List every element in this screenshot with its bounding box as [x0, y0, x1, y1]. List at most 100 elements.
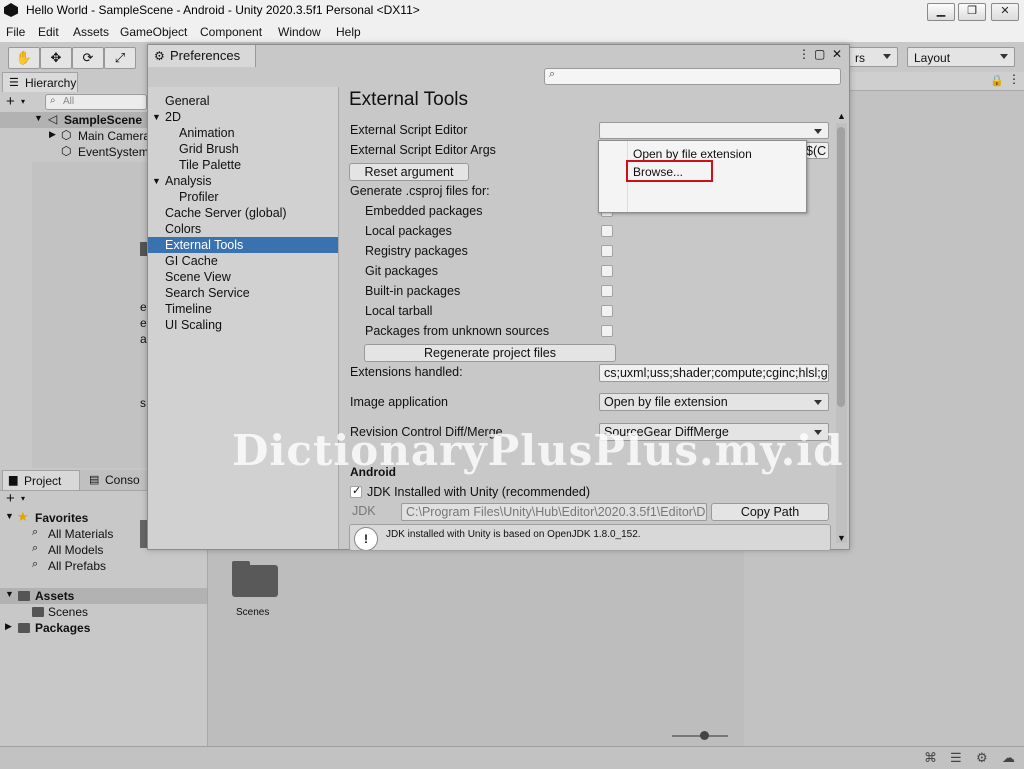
expand-right-icon[interactable]: ▶ [5, 621, 12, 632]
jdk-path-input[interactable]: C:\Program Files\Unity\Hub\Editor\2020.3… [401, 503, 707, 521]
package-option-checkbox[interactable] [601, 325, 613, 337]
expand-down-icon[interactable]: ▼ [5, 511, 14, 521]
close-window-button[interactable]: ✕ [991, 3, 1019, 21]
expand-down-icon[interactable]: ▼ [5, 589, 14, 599]
more-options-icon[interactable]: ⋮ [1008, 72, 1020, 86]
package-option-checkbox[interactable] [601, 285, 613, 297]
gameobject-cube-icon: ⬡ [61, 144, 72, 158]
project-tab[interactable]: ▆ Project [2, 470, 80, 490]
nav-item[interactable]: Colors [148, 221, 338, 237]
scroll-down-icon[interactable]: ▼ [837, 533, 846, 543]
scroll-up-icon[interactable]: ▲ [837, 111, 846, 121]
copy-path-button[interactable]: Copy Path [711, 503, 829, 521]
scene-row[interactable]: ▼ ◁ SampleScene [0, 112, 147, 128]
chevron-down-icon[interactable]: ▾ [21, 97, 25, 106]
nav-item[interactable]: ▼ Analysis [148, 173, 338, 189]
move-tool-icon[interactable]: ✥ [40, 47, 72, 69]
nav-item[interactable]: General [148, 93, 338, 109]
packages-row[interactable]: ▶ Packages [0, 620, 207, 636]
close-icon[interactable]: ✕ [832, 47, 842, 61]
cloud-icon[interactable]: ☁ [1002, 750, 1015, 766]
hierarchy-search-input[interactable]: ⌕ All [45, 94, 147, 110]
extensions-input[interactable]: cs;uxml;uss;shader;compute;cginc;hlsl;g [599, 364, 829, 382]
layers-icon[interactable]: ☰ [950, 750, 962, 766]
add-icon[interactable]: + [6, 93, 15, 110]
favorite-item[interactable]: ⌕ All Models [0, 542, 140, 558]
expand-down-icon[interactable]: ▼ [34, 113, 43, 123]
regenerate-project-files-button[interactable]: Regenerate project files [364, 344, 616, 362]
add-asset-icon[interactable]: + [6, 490, 15, 507]
folder-tile[interactable] [232, 561, 278, 597]
nav-item[interactable]: Search Service [148, 285, 338, 301]
favorite-item[interactable]: ⌕ All Materials [0, 526, 140, 542]
zoom-slider-thumb[interactable] [700, 731, 709, 740]
menu-help[interactable]: Help [336, 25, 361, 39]
scroll-handle[interactable] [140, 520, 147, 548]
nav-item[interactable]: Timeline [148, 301, 338, 317]
reset-argument-button[interactable]: Reset argument [349, 163, 469, 181]
nav-item[interactable]: Tile Palette [148, 157, 338, 173]
menu-edit[interactable]: Edit [38, 25, 59, 39]
menu-component[interactable]: Component [200, 25, 262, 39]
more-options-icon[interactable]: ⋮ [798, 47, 810, 61]
nav-item-label: Timeline [165, 302, 212, 316]
preferences-tab[interactable]: ⚙ Preferences [148, 45, 256, 67]
menu-assets[interactable]: Assets [73, 25, 109, 39]
nav-item[interactable]: Cache Server (global) [148, 205, 338, 221]
hierarchy-tab[interactable]: ☰ Hierarchy [2, 72, 78, 92]
script-editor-dropdown[interactable] [599, 122, 829, 139]
bug-icon[interactable]: ⌘ [924, 750, 937, 766]
asset-folder-row[interactable]: Scenes [0, 604, 207, 620]
nav-item-label: Tile Palette [179, 158, 242, 172]
restore-button[interactable]: ❐ [958, 3, 986, 21]
hierarchy-item[interactable]: ▶ ⬡ Main Camera [0, 128, 150, 144]
nav-item[interactable]: Profiler [148, 189, 338, 205]
rotate-tool-icon[interactable]: ⟳ [72, 47, 104, 69]
jdk-installed-checkbox[interactable]: ✓ [350, 485, 362, 498]
favorite-item[interactable]: ⌕ All Prefabs [0, 558, 140, 574]
expand-down-icon[interactable]: ▼ [152, 109, 161, 125]
lock-icon[interactable]: 🔒 [990, 74, 1004, 87]
nav-item[interactable]: External Tools [148, 237, 338, 253]
assets-row[interactable]: ▼ Assets [0, 588, 207, 604]
menu-file[interactable]: File [6, 25, 25, 39]
console-tab[interactable]: ▤ Conso [84, 470, 144, 490]
preferences-scrollbar[interactable]: ▲ ▼ [836, 111, 847, 543]
menu-window[interactable]: Window [278, 25, 321, 39]
nav-item-label: External Tools [165, 238, 244, 252]
package-option-checkbox[interactable] [601, 245, 613, 257]
hierarchy-tab-label: Hierarchy [25, 76, 77, 90]
inspector-edge-text: s [140, 396, 146, 410]
menu-gameobject[interactable]: GameObject [120, 25, 187, 39]
hierarchy-item[interactable]: ⬡ EventSystem [0, 144, 149, 160]
menu-item-open-by-extension[interactable]: Open by file extension [633, 147, 752, 161]
minimize-button[interactable]: ▁ [927, 3, 955, 21]
hand-tool-icon[interactable]: ✋ [8, 47, 40, 69]
preferences-search-input[interactable]: ⌕ [544, 68, 841, 85]
scale-tool-icon[interactable]: ⤢ [104, 47, 136, 69]
folder-tile-label[interactable]: Scenes [236, 607, 269, 618]
package-option-checkbox[interactable] [601, 225, 613, 237]
gear-icon: ⚙ [154, 49, 165, 63]
expand-down-icon[interactable]: ▼ [152, 173, 161, 189]
nav-item[interactable]: UI Scaling [148, 317, 338, 333]
layout-dropdown[interactable]: Layout [907, 47, 1015, 67]
favorite-item-label: All Materials [48, 527, 114, 541]
settings-icon[interactable]: ⚙ [976, 750, 988, 766]
maximize-icon[interactable]: ▢ [814, 47, 825, 61]
image-application-dropdown[interactable]: Open by file extension [599, 393, 829, 411]
nav-item[interactable]: Grid Brush [148, 141, 338, 157]
nav-item[interactable]: Scene View [148, 269, 338, 285]
layers-dropdown[interactable]: rs [848, 47, 898, 67]
package-option-checkbox[interactable] [601, 305, 613, 317]
scrollbar-thumb[interactable] [837, 127, 845, 407]
splitter-handle[interactable] [140, 242, 147, 256]
nav-item[interactable]: Animation [148, 125, 338, 141]
expand-right-icon[interactable]: ▶ [49, 129, 56, 140]
search-icon: ⌕ [549, 68, 556, 80]
nav-item[interactable]: GI Cache [148, 253, 338, 269]
star-icon: ★ [17, 509, 29, 524]
package-option-checkbox[interactable] [601, 265, 613, 277]
chevron-down-icon[interactable]: ▾ [21, 494, 25, 503]
nav-item[interactable]: ▼ 2D [148, 109, 338, 125]
